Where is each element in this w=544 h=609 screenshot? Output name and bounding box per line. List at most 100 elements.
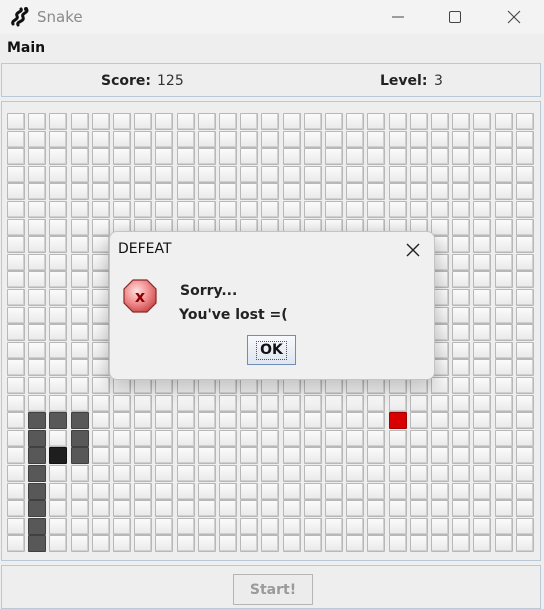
grid-cell (389, 131, 407, 148)
grid-cell (113, 430, 131, 447)
grid-cell (516, 430, 534, 447)
grid-cell (495, 201, 513, 218)
grid-cell (473, 412, 491, 429)
grid-cell (283, 483, 301, 500)
grid-cell (198, 518, 216, 535)
grid-cell (473, 465, 491, 482)
grid-cell (367, 113, 385, 130)
maximize-button[interactable] (432, 0, 478, 34)
grid-cell (452, 183, 470, 200)
minimize-icon (392, 16, 404, 18)
grid-cell (325, 131, 343, 148)
grid-cell (7, 183, 25, 200)
grid-cell (7, 483, 25, 500)
grid-cell (71, 342, 89, 359)
grid-cell (495, 395, 513, 412)
grid-cell (49, 236, 67, 253)
grid-cell (367, 201, 385, 218)
grid-cell (92, 166, 110, 183)
grid-cell (452, 518, 470, 535)
grid-cell (304, 500, 322, 517)
grid-cell (431, 430, 449, 447)
grid-cell (410, 535, 428, 552)
snake-body-cell (28, 447, 46, 464)
grid-cell (28, 342, 46, 359)
grid-cell (134, 535, 152, 552)
grid-cell (198, 113, 216, 130)
grid-cell (71, 289, 89, 306)
start-button[interactable]: Start! (233, 574, 313, 605)
grid-cell (516, 535, 534, 552)
grid-cell (452, 148, 470, 165)
grid-cell (346, 113, 364, 130)
grid-cell (473, 500, 491, 517)
grid-cell (389, 483, 407, 500)
grid-cell (7, 219, 25, 236)
grid-cell (113, 201, 131, 218)
ok-button[interactable]: OK (247, 335, 296, 365)
grid-cell (495, 254, 513, 271)
grid-cell (452, 430, 470, 447)
grid-cell (346, 412, 364, 429)
grid-cell (325, 166, 343, 183)
grid-cell (240, 201, 258, 218)
grid-cell (431, 201, 449, 218)
grid-cell (473, 518, 491, 535)
grid-cell (92, 465, 110, 482)
grid-cell (113, 500, 131, 517)
grid-cell (261, 412, 279, 429)
grid-cell (7, 377, 25, 394)
dialog-close-button[interactable] (403, 240, 423, 260)
grid-cell (7, 465, 25, 482)
grid-cell (346, 148, 364, 165)
grid-cell (113, 447, 131, 464)
snake-body-cell (28, 412, 46, 429)
menu-main[interactable]: Main (7, 40, 45, 56)
grid-cell (71, 131, 89, 148)
grid-cell (431, 395, 449, 412)
grid-cell (325, 518, 343, 535)
grid-cell (28, 377, 46, 394)
grid-cell (431, 219, 449, 236)
grid-cell (155, 535, 173, 552)
grid-cell (452, 131, 470, 148)
grid-cell (155, 447, 173, 464)
grid-cell (452, 324, 470, 341)
grid-cell (410, 465, 428, 482)
grid-cell (28, 201, 46, 218)
grid-cell (49, 465, 67, 482)
grid-cell (177, 166, 195, 183)
grid-cell (219, 465, 237, 482)
grid-cell (219, 131, 237, 148)
grid-cell (155, 500, 173, 517)
grid-cell (92, 113, 110, 130)
grid-cell (92, 236, 110, 253)
grid-cell (71, 201, 89, 218)
grid-cell (240, 148, 258, 165)
snake-body-cell (28, 535, 46, 552)
grid-cell (219, 148, 237, 165)
grid-cell (240, 131, 258, 148)
grid-cell (452, 219, 470, 236)
grid-cell (92, 412, 110, 429)
grid-cell (177, 148, 195, 165)
grid-cell (516, 412, 534, 429)
grid-cell (389, 430, 407, 447)
grid-cell (177, 447, 195, 464)
grid-cell (177, 201, 195, 218)
grid-cell (134, 500, 152, 517)
grid-cell (410, 447, 428, 464)
grid-cell (473, 289, 491, 306)
grid-cell (49, 377, 67, 394)
minimize-button[interactable] (375, 0, 421, 34)
close-button[interactable] (491, 0, 537, 34)
grid-cell (240, 483, 258, 500)
grid-cell (71, 219, 89, 236)
grid-cell (71, 324, 89, 341)
grid-cell (92, 447, 110, 464)
grid-cell (261, 535, 279, 552)
level-value: 3 (434, 73, 443, 89)
grid-cell (28, 148, 46, 165)
grid-cell (49, 219, 67, 236)
grid-cell (516, 236, 534, 253)
